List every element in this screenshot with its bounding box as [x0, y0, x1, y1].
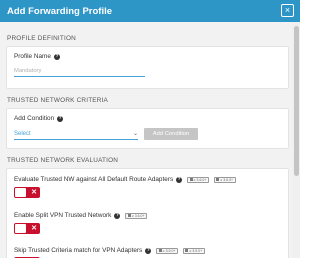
profile-name-input[interactable]: [14, 65, 145, 77]
toggle-knob: [15, 224, 26, 233]
version-badge: ≥ 3.6.0+: [187, 176, 209, 183]
evaluation-row-label: Skip Trusted Criteria match for VPN Adap…: [14, 247, 205, 254]
windows-icon: [216, 178, 220, 181]
modal-header: Add Forwarding Profile ×: [0, 0, 300, 22]
question-circle-icon[interactable]: ?: [114, 212, 121, 219]
windows-icon: [127, 214, 131, 217]
skip-trusted-criteria-label: Skip Trusted Criteria match for VPN Adap…: [14, 247, 143, 254]
condition-select-value: Select: [14, 130, 31, 137]
close-icon[interactable]: ×: [281, 4, 294, 17]
question-circle-icon[interactable]: ?: [53, 53, 60, 60]
trusted-network-evaluation-card: Evaluate Trusted NW against All Default …: [6, 168, 289, 258]
profile-definition-card: Profile Name ?: [6, 46, 289, 89]
version-badge: ≥ 3.9.0+: [182, 247, 205, 254]
x-icon: ✕: [31, 189, 37, 196]
condition-select[interactable]: Select ⌄: [14, 128, 138, 140]
evaluate-default-route-label: Evaluate Trusted NW against All Default …: [14, 176, 174, 183]
section-title-profile-definition: PROFILE DEFINITION: [7, 35, 76, 42]
question-circle-icon[interactable]: ?: [57, 115, 64, 122]
version-badge: ≥ 3.6.0+: [125, 212, 148, 219]
add-condition-label-text: Add Condition: [14, 115, 55, 122]
trusted-network-criteria-card: Add Condition ? Select ⌄ Add Condition: [6, 108, 289, 149]
windows-icon: [158, 249, 162, 252]
evaluation-row-label: Evaluate Trusted NW against All Default …: [14, 176, 236, 183]
add-condition-label: Add Condition ?: [14, 115, 64, 122]
scrollbar-thumb[interactable]: [294, 26, 299, 176]
chevron-down-icon: ⌄: [132, 131, 138, 137]
x-icon: ✕: [31, 225, 37, 232]
windows-icon: [189, 178, 193, 181]
version-badge: ≥ 3.9.0+: [156, 247, 178, 254]
enable-split-vpn-label: Enable Split VPN Trusted Network: [14, 212, 112, 219]
question-circle-icon[interactable]: ?: [176, 176, 183, 183]
enable-split-vpn-toggle[interactable]: ✕: [14, 223, 40, 234]
modal-body: PROFILE DEFINITION Profile Name ? TRUSTE…: [0, 22, 292, 258]
modal-title: Add Forwarding Profile: [7, 5, 113, 17]
evaluate-default-route-toggle[interactable]: ✕: [14, 187, 40, 198]
question-circle-icon[interactable]: ?: [145, 247, 152, 254]
evaluation-row-label: Enable Split VPN Trusted Network ? ≥ 3.6…: [14, 212, 148, 219]
scrollbar[interactable]: [292, 22, 300, 258]
profile-name-label: Profile Name ?: [14, 53, 60, 60]
profile-name-label-text: Profile Name: [14, 53, 51, 60]
section-title-trusted-network-evaluation: TRUSTED NETWORK EVALUATION: [7, 157, 119, 164]
section-title-trusted-network-criteria: TRUSTED NETWORK CRITERIA: [7, 97, 109, 104]
version-badge: ≥ 3.6.0+: [213, 176, 236, 183]
toggle-knob: [15, 188, 26, 197]
add-condition-button[interactable]: Add Condition: [144, 128, 198, 140]
windows-icon: [185, 249, 189, 252]
